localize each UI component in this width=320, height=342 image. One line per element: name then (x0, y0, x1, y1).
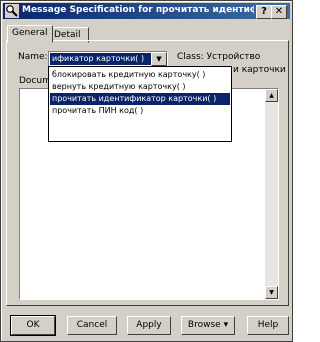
browse-button[interactable]: Browse ▾ (181, 316, 235, 335)
chevron-down-icon[interactable]: ▼ (151, 52, 167, 66)
documentation-label: Docum (19, 76, 51, 86)
dropdown-arrow-icon: ▾ (223, 320, 229, 330)
dropdown-option[interactable]: блокировать кредитную карточку( ) (50, 69, 230, 81)
name-value: ификатор карточки( ) (50, 53, 151, 65)
browse-label: Browse (187, 320, 221, 330)
name-combobox[interactable]: ификатор карточки( ) ▼ (48, 51, 168, 67)
class-label-continued: и карточки (233, 65, 286, 75)
name-label: Name: (18, 52, 48, 62)
class-label: Class: Устройство (177, 52, 261, 62)
tab-general[interactable]: General (7, 25, 53, 43)
name-dropdown-list[interactable]: блокировать кредитную карточку( ) вернут… (48, 66, 232, 142)
title-bar[interactable]: Message Specification for прочитать иден… (3, 3, 290, 19)
magnifier-icon (5, 4, 19, 18)
apply-button[interactable]: Apply (127, 316, 171, 335)
dropdown-option-selected[interactable]: прочитать идентификатор карточки( ) (50, 93, 230, 105)
dropdown-option[interactable]: прочитать ПИН код( ) (50, 105, 230, 117)
scroll-up-icon[interactable]: ▲ (265, 89, 278, 102)
window-title: Message Specification for прочитать иден… (22, 5, 254, 15)
vertical-scrollbar[interactable]: ▲ ▼ (265, 89, 278, 299)
dropdown-option[interactable]: вернуть кредитную карточку( ) (50, 81, 230, 93)
message-specification-dialog: Message Specification for прочитать иден… (0, 0, 293, 342)
help-title-button[interactable]: ? (256, 5, 272, 19)
cancel-button[interactable]: Cancel (67, 316, 117, 335)
close-button[interactable]: ✕ (271, 5, 287, 19)
help-button[interactable]: Help (247, 316, 289, 335)
scroll-down-icon[interactable]: ▼ (265, 286, 278, 299)
ok-button[interactable]: OK (10, 315, 56, 336)
